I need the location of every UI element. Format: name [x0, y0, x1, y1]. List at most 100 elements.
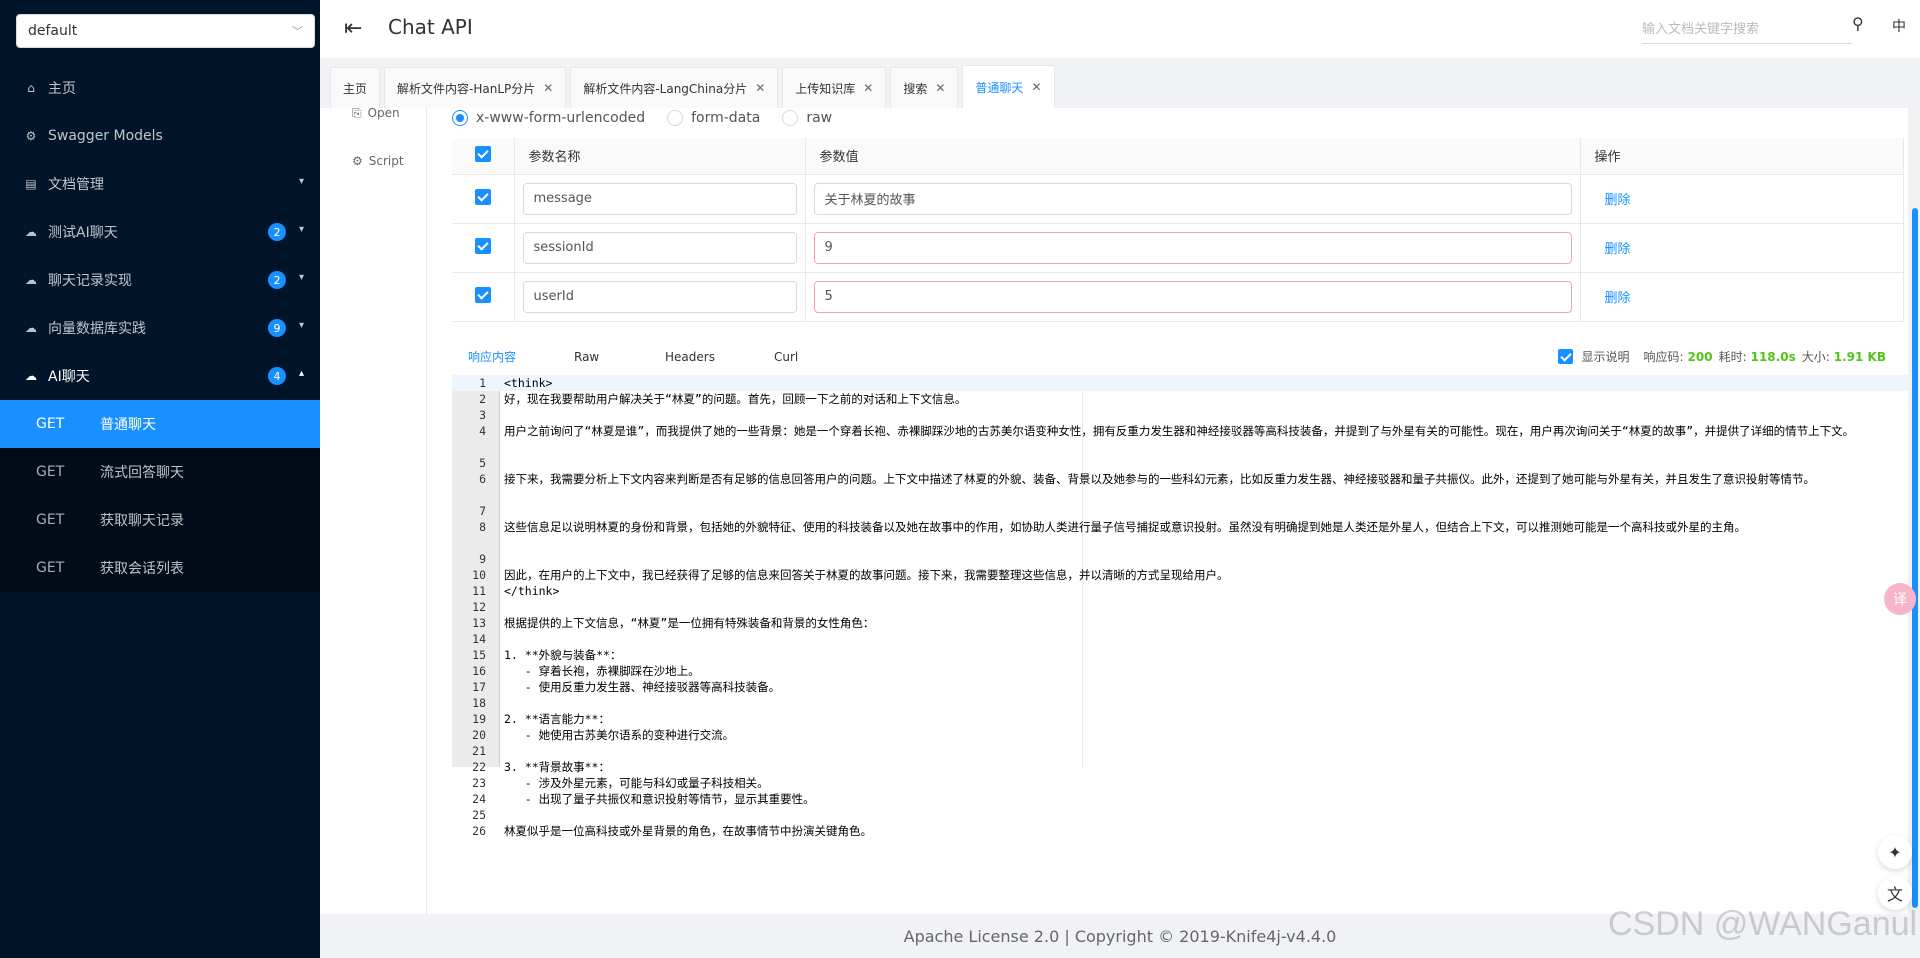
sidebar-subitem-get-sessions[interactable]: GET 获取会话列表 — [0, 544, 320, 592]
line-number: 19 — [472, 712, 486, 726]
sidebar-item-label: 文档管理 — [48, 177, 104, 193]
sidebar-subitem-stream-chat[interactable]: GET 流式回答聊天 — [0, 448, 320, 496]
tab-hanlp[interactable]: 解析文件内容-HanLP分片 ✕ — [384, 67, 567, 108]
sidebar-subitem-label: 普通聊天 — [100, 417, 156, 433]
tab-normal-chat[interactable]: 普通聊天 ✕ — [962, 65, 1055, 108]
code-text: 1. **外貌与装备**： — [504, 648, 622, 662]
tab-home[interactable]: 主页 — [330, 67, 381, 108]
param-name-input[interactable]: message — [522, 182, 797, 215]
show-desc-checkbox[interactable] — [1558, 349, 1574, 364]
menu-fold-icon[interactable]: ⇤ — [344, 16, 362, 41]
cloud-icon: ☁ — [25, 273, 37, 287]
tab-raw[interactable]: Raw — [574, 336, 599, 378]
close-icon[interactable]: ✕ — [543, 81, 553, 95]
tab-langchina[interactable]: 解析文件内容-LangChina分片 ✕ — [570, 67, 779, 108]
code-line: 25 — [452, 807, 1912, 823]
close-icon[interactable]: ✕ — [863, 81, 873, 95]
code-line: 20 - 她使用古苏美尔语系的变种进行交流。 — [452, 727, 1912, 743]
table-row: message 关于林夏的故事 删除 — [452, 174, 1904, 224]
search-input[interactable] — [1642, 14, 1852, 44]
sidebar-subitem-get-history[interactable]: GET 获取聊天记录 — [0, 496, 320, 544]
sidebar-item-test-ai-chat[interactable]: ☁ 测试AI聊天 2 ▾ — [0, 208, 320, 256]
param-value-input[interactable]: 5 — [813, 280, 1572, 313]
row-checkbox[interactable] — [474, 188, 491, 205]
code-line: 15 1. **外貌与装备**： — [452, 647, 1912, 663]
radio-urlencoded[interactable]: x-www-form-urlencoded — [452, 110, 645, 126]
radio-circle — [667, 110, 684, 126]
line-number: 12 — [472, 600, 486, 614]
sidebar-item-doc-manage[interactable]: ▤ 文档管理 ▾ — [0, 160, 320, 208]
row-checkbox[interactable] — [474, 237, 491, 254]
radio-form-data[interactable]: form-data — [667, 110, 760, 126]
radio-raw[interactable]: raw — [782, 110, 832, 126]
line-number: 11 — [472, 584, 486, 598]
open-action[interactable]: ⎘ Open — [352, 106, 400, 121]
code-line: 22 3. **背景故事**： — [452, 759, 1912, 775]
line-number: 20 — [472, 728, 486, 742]
param-name-input[interactable]: userId — [522, 280, 797, 313]
close-icon[interactable]: ✕ — [935, 81, 945, 95]
param-name-input[interactable]: sessionId — [522, 231, 797, 264]
tab-headers[interactable]: Headers — [665, 336, 715, 378]
select-all-checkbox[interactable] — [474, 145, 491, 162]
line-number: 14 — [472, 632, 486, 646]
param-value-cell: 关于林夏的故事 — [805, 174, 1581, 224]
sidebar-subitem-label: 流式回答聊天 — [100, 465, 184, 481]
script-action[interactable]: ⚙ Script — [352, 154, 404, 168]
search-icon[interactable]: ⚲ — [1852, 14, 1864, 33]
sidebar-item-home[interactable]: ⌂ 主页 — [0, 64, 320, 112]
radio-label: form-data — [691, 110, 761, 126]
sidebar-item-label: AI聊天 — [48, 369, 90, 385]
gear-icon: ⚙ — [25, 129, 37, 143]
close-icon[interactable]: ✕ — [755, 81, 765, 95]
code-text: 林夏似乎是一位高科技或外星背景的角色，在故事情节中扮演关键角色。 — [504, 824, 872, 838]
code-line: 10 因此，在用户的上下文中，我已经获得了足够的信息来回答关于林夏的故事问题。接下… — [452, 567, 1912, 583]
delete-link[interactable]: 删除 — [1589, 242, 1631, 257]
param-value-cell: 5 — [805, 272, 1581, 322]
sidebar-item-ai-chat[interactable]: ☁ AI聊天 4 ▴ — [0, 352, 320, 400]
delete-link[interactable]: 删除 — [1589, 193, 1631, 208]
row-check-cell — [452, 223, 515, 273]
page-title: Chat API — [388, 15, 473, 39]
tab-response-content[interactable]: 响应内容 — [452, 336, 532, 378]
param-value-input[interactable]: 关于林夏的故事 — [813, 182, 1572, 215]
line-number: 17 — [472, 680, 486, 694]
param-value-cell: 9 — [805, 223, 1581, 273]
open-icon: ⎘ — [352, 106, 362, 120]
response-tabs: 响应内容 Raw Headers Curl 显示说明 响应码: 200 耗时: … — [452, 336, 1904, 378]
main-scrollbar[interactable] — [1908, 108, 1920, 914]
sparkle-icon[interactable]: ✦ — [1878, 835, 1912, 869]
scrollbar-thumb[interactable] — [1912, 208, 1918, 908]
sidebar-subitem-normal-chat[interactable]: GET 普通聊天 — [0, 400, 320, 448]
line-number: 8 — [479, 520, 486, 534]
group-select[interactable]: default ﹀ — [16, 14, 315, 48]
sidebar-item-swagger-models[interactable]: ⚙ Swagger Models — [0, 112, 320, 160]
response-editor[interactable]: 1 <think> 2 好，现在我要帮助用户解决关于“林夏”的问题。首先，回顾一下之前… — [452, 375, 1912, 838]
chevron-down-icon: ▾ — [298, 176, 304, 187]
translate-float-icon[interactable]: 译 — [1884, 583, 1916, 615]
show-desc-label: 显示说明 — [1581, 350, 1630, 364]
code-text: <think> — [504, 376, 553, 390]
code-line: 4 用户之前询问了“林夏是谁”，而我提供了她的一些背景：她是一个穿着长袍、赤裸脚踩… — [452, 423, 1912, 455]
delete-link[interactable]: 删除 — [1589, 291, 1631, 306]
status-label: 响应码: — [1643, 350, 1684, 364]
sidebar-item-vector-db[interactable]: ☁ 向量数据库实践 9 ▾ — [0, 304, 320, 352]
sidebar-item-chat-history[interactable]: ☁ 聊天记录实现 2 ▾ — [0, 256, 320, 304]
chevron-up-icon: ▴ — [298, 368, 304, 379]
tab-upload-kb[interactable]: 上传知识库 ✕ — [782, 67, 887, 108]
language-toggle[interactable]: 中 — [1892, 16, 1906, 36]
sidebar-item-label: 主页 — [48, 81, 76, 97]
count-badge: 2 — [268, 271, 286, 289]
tab-curl[interactable]: Curl — [774, 336, 798, 378]
top-header: ⇤ Chat API ⚲ 中 — [320, 0, 1920, 58]
main-content: ⎘ Open ⚙ Script x-www-form-urlencoded form… — [320, 106, 1920, 914]
action-cell: 删除 — [1580, 223, 1904, 273]
param-value-input[interactable]: 9 — [813, 231, 1572, 264]
param-name-cell: message — [514, 174, 806, 224]
row-checkbox[interactable] — [474, 286, 491, 303]
line-number: 5 — [479, 456, 486, 470]
table-row: userId 5 删除 — [452, 272, 1904, 322]
close-icon[interactable]: ✕ — [1031, 80, 1041, 94]
line-number: 25 — [472, 808, 486, 822]
tab-search[interactable]: 搜索 ✕ — [890, 67, 959, 108]
